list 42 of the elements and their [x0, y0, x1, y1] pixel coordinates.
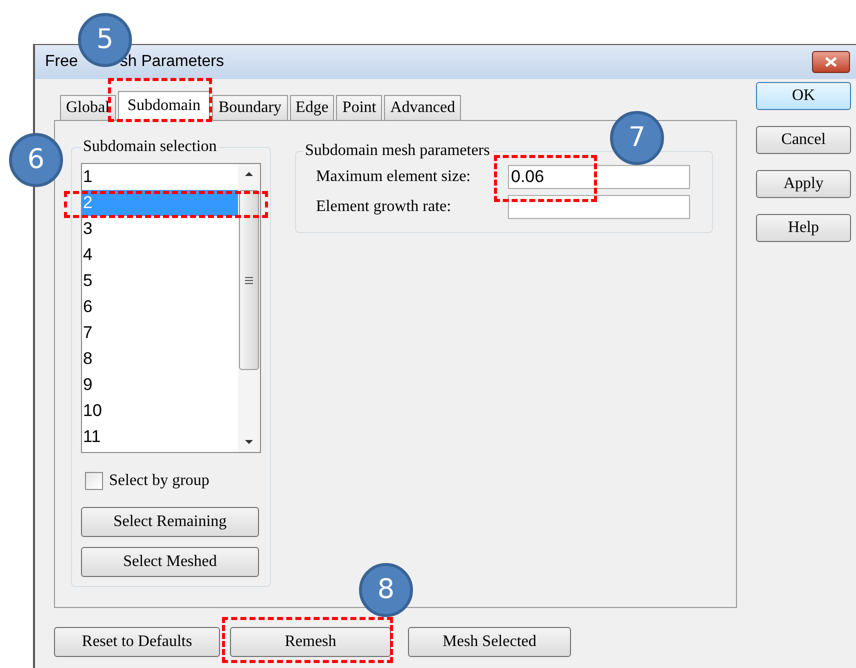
dialog-button[interactable]: Reset to Defaults: [54, 627, 220, 657]
checkbox[interactable]: [85, 472, 103, 490]
group-title: Subdomain mesh parameters: [304, 141, 491, 161]
dialog-button[interactable]: OK: [756, 82, 851, 110]
scrollbar[interactable]: [238, 164, 260, 452]
input-field[interactable]: 0.06: [508, 165, 690, 189]
field-label: Maximum element size:: [316, 167, 472, 187]
close-button[interactable]: [812, 51, 850, 73]
group-title: Subdomain selection: [82, 137, 218, 157]
scrollbar-thumb[interactable]: [239, 190, 259, 370]
tab[interactable]: Subdomain: [118, 91, 210, 121]
list-item[interactable]: 7: [82, 320, 238, 346]
window-title: Free: [45, 52, 78, 72]
scroll-down-icon[interactable]: [245, 440, 253, 444]
tab[interactable]: Edge: [290, 95, 334, 121]
list-item[interactable]: 4: [82, 242, 238, 268]
dialog-button[interactable]: Apply: [756, 170, 851, 198]
close-icon: [825, 57, 837, 67]
tab[interactable]: Advanced: [384, 95, 462, 121]
dialog-button[interactable]: Mesh Selected: [408, 627, 571, 657]
grip-icon: [245, 276, 253, 284]
list-item[interactable]: 3: [82, 216, 238, 242]
dialog-button[interactable]: Cancel: [756, 126, 851, 154]
select-button[interactable]: Select Meshed: [81, 547, 259, 577]
scroll-up-icon[interactable]: [245, 172, 253, 176]
tab[interactable]: Global: [60, 95, 116, 121]
checkbox-label[interactable]: Select by group: [109, 469, 210, 493]
input-field[interactable]: [508, 195, 690, 219]
list-item[interactable]: 5: [82, 268, 238, 294]
list-item[interactable]: 10: [82, 398, 238, 424]
tab[interactable]: Boundary: [212, 95, 288, 121]
list-item[interactable]: 6: [82, 294, 238, 320]
dialog-button[interactable]: Remesh: [230, 627, 391, 657]
callout-number: 6: [9, 133, 63, 187]
list-item[interactable]: 1: [82, 164, 238, 190]
list-item[interactable]: 11: [82, 424, 238, 450]
select-button[interactable]: Select Remaining: [81, 507, 259, 537]
field-label: Element growth rate:: [316, 197, 452, 217]
dialog-button[interactable]: Help: [756, 214, 851, 242]
tab[interactable]: Point: [336, 95, 382, 121]
list-item[interactable]: 8: [82, 346, 238, 372]
list-item[interactable]: 9: [82, 372, 238, 398]
